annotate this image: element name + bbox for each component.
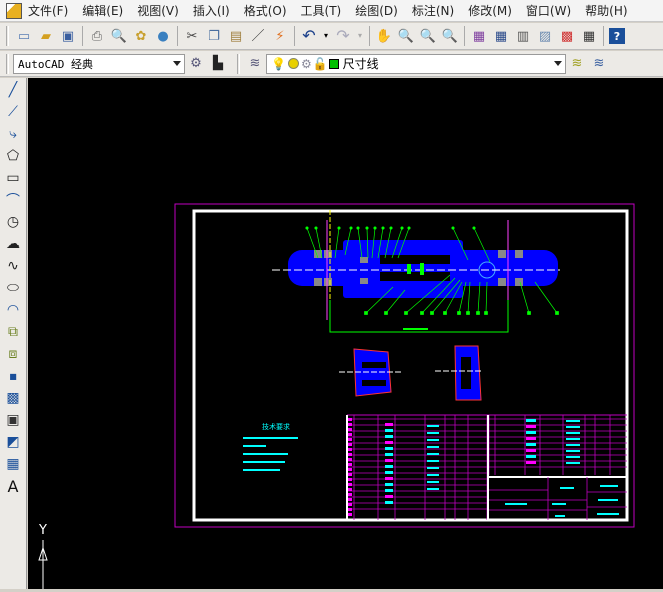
section-view-right bbox=[435, 345, 482, 401]
print-preview-icon[interactable]: 🔍 bbox=[110, 27, 128, 45]
drawing-svg: 技术要求 Y bbox=[38, 203, 635, 589]
drawing-area[interactable]: 技术要求 Y bbox=[28, 78, 663, 589]
markup-icon[interactable]: ▩ bbox=[558, 27, 576, 45]
chevron-down-icon[interactable] bbox=[173, 60, 181, 66]
zoom-realtime-icon[interactable]: 🔍 bbox=[397, 27, 415, 45]
menu-draw[interactable]: 绘图(D) bbox=[355, 2, 398, 19]
separator bbox=[294, 26, 295, 46]
circle-icon[interactable]: ◷ bbox=[3, 212, 23, 232]
insert-block-icon[interactable]: ⧉ bbox=[3, 322, 23, 342]
lightbulb-icon[interactable]: 💡 bbox=[271, 57, 286, 71]
layer-manager-icon[interactable]: ≋ bbox=[246, 55, 264, 73]
multiline-text-icon[interactable]: A bbox=[3, 476, 23, 496]
table-icon[interactable]: ▦ bbox=[3, 454, 23, 474]
menu-file[interactable]: 文件(F) bbox=[28, 2, 68, 19]
chevron-down-icon[interactable] bbox=[554, 60, 562, 66]
undo-icon[interactable]: ↶ bbox=[300, 27, 318, 45]
arc-icon[interactable]: ⌒ bbox=[3, 190, 23, 210]
separator bbox=[177, 26, 178, 46]
menu-window[interactable]: 窗口(W) bbox=[526, 2, 571, 19]
make-object-layer-current-icon[interactable]: ≋ bbox=[568, 55, 586, 73]
tech-requirements-text bbox=[243, 437, 298, 471]
new-icon[interactable]: ▭ bbox=[15, 27, 33, 45]
sheet-set-icon[interactable]: ▨ bbox=[536, 27, 554, 45]
lock-icon[interactable]: 🔓 bbox=[313, 57, 328, 71]
menu-tools[interactable]: 工具(T) bbox=[301, 2, 342, 19]
menu-bar: 文件(F) 编辑(E) 视图(V) 插入(I) 格式(O) 工具(T) 绘图(D… bbox=[0, 0, 663, 22]
line-icon[interactable]: ╱ bbox=[3, 80, 23, 100]
toolbar-grip[interactable] bbox=[237, 53, 240, 74]
print-icon[interactable]: ⎙ bbox=[88, 27, 106, 45]
design-center-icon[interactable]: ▦ bbox=[492, 27, 510, 45]
redo-icon[interactable]: ↷ bbox=[334, 27, 352, 45]
tool-palettes-icon[interactable]: ▥ bbox=[514, 27, 532, 45]
cut-icon[interactable]: ✂ bbox=[183, 27, 201, 45]
gradient-icon[interactable]: ▣ bbox=[3, 410, 23, 430]
3d-dwf-icon[interactable]: ● bbox=[154, 27, 172, 45]
help-icon[interactable]: ? bbox=[609, 28, 625, 44]
layer-previous-icon[interactable]: ≋ bbox=[590, 55, 608, 73]
calculator-icon[interactable]: ▦ bbox=[580, 27, 598, 45]
workspace-value: AutoCAD 经典 bbox=[18, 57, 93, 71]
menu-insert[interactable]: 插入(I) bbox=[193, 2, 230, 19]
separator bbox=[82, 26, 83, 46]
rectangle-icon[interactable]: ▭ bbox=[3, 168, 23, 188]
match-properties-icon[interactable]: ／ bbox=[249, 27, 267, 45]
menu-format[interactable]: 格式(O) bbox=[244, 2, 287, 19]
separator bbox=[603, 26, 604, 46]
ucs-icon: Y bbox=[38, 523, 48, 589]
polygon-icon[interactable]: ⬠ bbox=[3, 146, 23, 166]
make-block-icon[interactable]: ⧈ bbox=[3, 344, 23, 364]
save-icon[interactable]: ▣ bbox=[59, 27, 77, 45]
toolbar-grip[interactable] bbox=[6, 53, 9, 74]
layer-name: 尺寸线 bbox=[342, 57, 379, 71]
ellipse-arc-icon[interactable]: ◠ bbox=[3, 300, 23, 320]
sun-icon[interactable] bbox=[287, 58, 299, 69]
point-icon[interactable]: ■ bbox=[3, 366, 23, 386]
menu-modify[interactable]: 修改(M) bbox=[468, 2, 512, 19]
autocad-logo-icon[interactable] bbox=[6, 2, 22, 19]
ellipse-icon[interactable]: ⬭ bbox=[3, 278, 23, 298]
hatch-icon[interactable]: ▩ bbox=[3, 388, 23, 408]
layer-select[interactable]: 💡 ⚙ 🔓 尺寸线 bbox=[266, 53, 566, 74]
menu-edit[interactable]: 编辑(E) bbox=[82, 2, 123, 19]
properties-icon[interactable]: ▦ bbox=[470, 27, 488, 45]
menu-dimension[interactable]: 标注(N) bbox=[412, 2, 454, 19]
menu-help[interactable]: 帮助(H) bbox=[585, 2, 627, 19]
copy-icon[interactable]: ❐ bbox=[205, 27, 223, 45]
menu-view[interactable]: 视图(V) bbox=[137, 2, 179, 19]
workspace-layers-toolbar: AutoCAD 经典 ⚙ ▙ ≋ 💡 ⚙ 🔓 尺寸线 ≋ ≋ bbox=[0, 51, 663, 77]
layer-color-swatch bbox=[328, 58, 339, 69]
separator bbox=[464, 26, 465, 46]
pan-icon[interactable]: ✋ bbox=[375, 27, 393, 45]
paste-icon[interactable]: ▤ bbox=[227, 27, 245, 45]
toolbar-grip[interactable] bbox=[6, 26, 9, 46]
standard-toolbar: ▭ ▰ ▣ ⎙ 🔍 ✿ ● ✂ ❐ ▤ ／ ⚡ ↶ ▾ ↷ ▾ ✋ 🔍 🔍 🔍 … bbox=[0, 23, 663, 50]
tech-requirements-title: 技术要求 bbox=[262, 422, 290, 431]
draw-toolbar: ╱ ⟋ ⤷ ⬠ ▭ ⌒ ◷ ☁ ∿ ⬭ ◠ ⧉ ⧈ ■ ▩ ▣ ◩ ▦ A bbox=[0, 78, 27, 589]
zoom-window-icon[interactable]: 🔍 bbox=[419, 27, 437, 45]
ucs-y-label: Y bbox=[38, 523, 47, 538]
section-view-left bbox=[339, 348, 403, 397]
revision-cloud-icon[interactable]: ☁ bbox=[3, 234, 23, 254]
redo-dropdown-icon[interactable]: ▾ bbox=[356, 27, 364, 45]
save-workspace-icon[interactable]: ▙ bbox=[209, 55, 227, 73]
workspace-settings-icon[interactable]: ⚙ bbox=[187, 55, 205, 73]
construction-line-icon[interactable]: ⟋ bbox=[3, 102, 23, 122]
undo-dropdown-icon[interactable]: ▾ bbox=[322, 27, 330, 45]
parts-list-table bbox=[346, 414, 627, 520]
polyline-icon[interactable]: ⤷ bbox=[3, 124, 23, 144]
publish-icon[interactable]: ✿ bbox=[132, 27, 150, 45]
open-icon[interactable]: ▰ bbox=[37, 27, 55, 45]
zoom-previous-icon[interactable]: 🔍 bbox=[441, 27, 459, 45]
region-icon[interactable]: ◩ bbox=[3, 432, 23, 452]
block-editor-icon[interactable]: ⚡ bbox=[271, 27, 289, 45]
separator bbox=[369, 26, 370, 46]
spline-icon[interactable]: ∿ bbox=[3, 256, 23, 276]
workspace-select[interactable]: AutoCAD 经典 bbox=[13, 53, 185, 74]
freeze-icon[interactable]: ⚙ bbox=[301, 57, 312, 71]
